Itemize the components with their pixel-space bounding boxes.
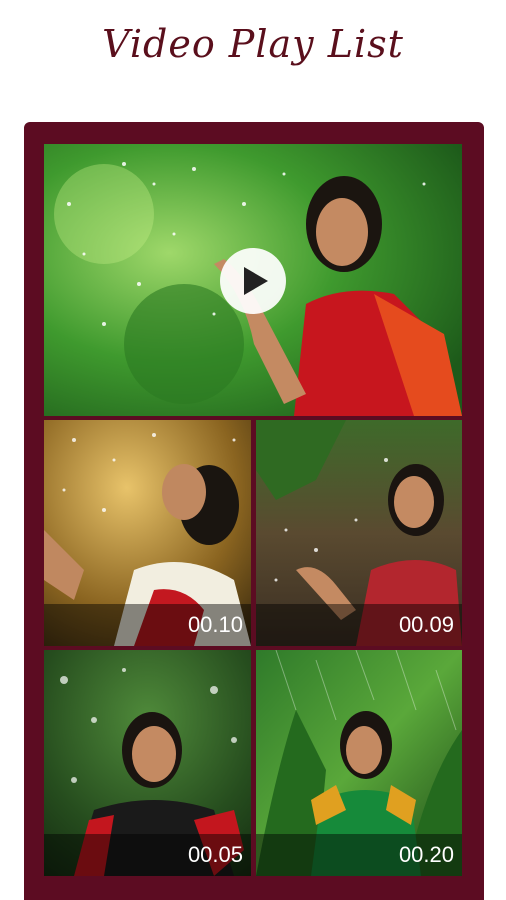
video-thumbnail-2[interactable]: 00.09 bbox=[256, 420, 462, 646]
play-button[interactable] bbox=[220, 248, 286, 314]
video-duration: 00.20 bbox=[398, 842, 454, 867]
page-title: Video Play List bbox=[102, 22, 404, 66]
video-thumbnail-3[interactable]: 00.05 bbox=[44, 650, 251, 876]
video-thumbnail-1[interactable]: 00.10 bbox=[44, 420, 251, 646]
video-duration: 00.09 bbox=[398, 612, 454, 637]
featured-video-thumbnail[interactable] bbox=[44, 144, 462, 416]
video-duration: 00.05 bbox=[187, 842, 243, 867]
video-duration: 00.10 bbox=[187, 612, 243, 637]
playlist-panel: 00.10 00.09 00.05 00.20 bbox=[24, 122, 484, 900]
video-thumbnail-4[interactable]: 00.20 bbox=[256, 650, 462, 876]
play-icon bbox=[244, 267, 268, 295]
